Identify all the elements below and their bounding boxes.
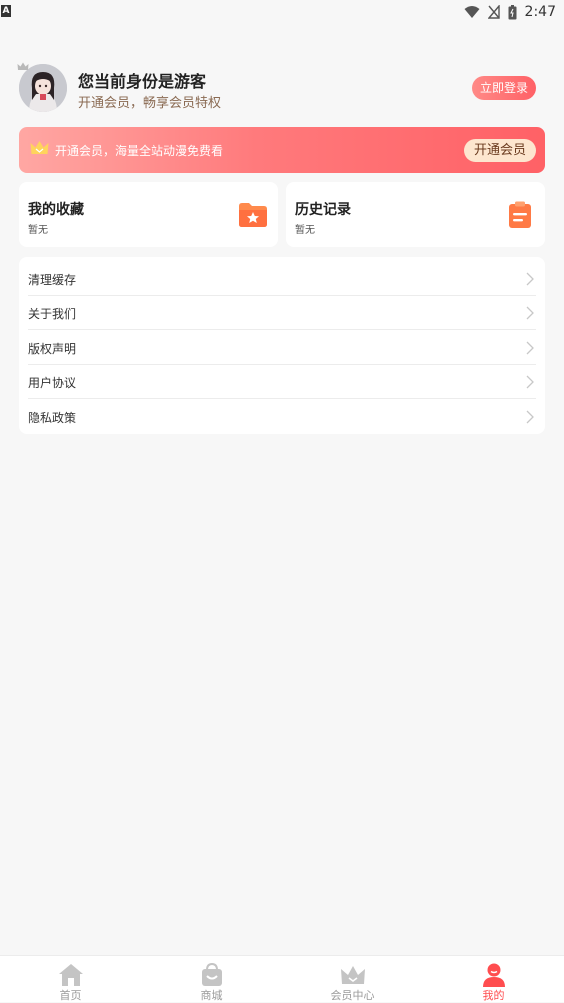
- history-card[interactable]: 历史记录 暂无: [286, 182, 545, 247]
- menu-item-clear-cache[interactable]: 清理缓存: [28, 262, 536, 296]
- clipboard-icon: [509, 201, 531, 228]
- menu-item-label: 用户协议: [28, 376, 77, 390]
- home-icon: [58, 964, 83, 986]
- shopping-bag-icon: [201, 962, 222, 986]
- battery-icon: [508, 4, 517, 19]
- menu-item-user-agreement[interactable]: 用户协议: [28, 365, 536, 399]
- avatar-image: [19, 64, 67, 112]
- menu-item-about-us[interactable]: 关于我们: [28, 296, 536, 330]
- profile-header: 您当前身份是游客 开通会员，畅享会员特权 立即登录: [17, 62, 545, 116]
- notification-icon: A: [1, 5, 11, 17]
- menu-item-label: 隐私政策: [28, 411, 77, 425]
- status-bar: A 2:47: [0, 0, 564, 24]
- history-title: 历史记录: [295, 202, 351, 218]
- tab-home[interactable]: 首页: [0, 956, 141, 1003]
- menu-item-label: 版权声明: [28, 342, 77, 356]
- signal-off-icon: [487, 5, 500, 19]
- tab-mine[interactable]: 我的: [423, 956, 564, 1003]
- status-icons: 2:47: [464, 3, 556, 21]
- avatar[interactable]: [17, 62, 67, 112]
- tab-label: 商城: [200, 989, 223, 1002]
- clock: 2:47: [524, 4, 556, 20]
- menu-item-label: 关于我们: [28, 307, 77, 321]
- favorites-title: 我的收藏: [28, 202, 84, 218]
- favorites-card[interactable]: 我的收藏 暂无: [19, 182, 278, 247]
- chevron-right-icon: [526, 272, 534, 286]
- vip-banner-text: 开通会员，海量全站动漫免费看: [55, 144, 224, 158]
- tab-label: 会员中心: [330, 989, 375, 1002]
- favorites-empty-text: 暂无: [28, 225, 48, 236]
- tab-label: 我的: [482, 989, 505, 1002]
- tab-mall[interactable]: 商城: [141, 956, 282, 1003]
- crown-icon: [340, 966, 365, 984]
- user-icon: [482, 963, 505, 987]
- history-empty-text: 暂无: [295, 225, 315, 236]
- folder-star-icon: [239, 203, 267, 227]
- bottom-tab-bar: 首页 商城 会员中心 我的: [0, 955, 564, 1002]
- wifi-icon: [464, 6, 480, 18]
- chevron-right-icon: [526, 341, 534, 355]
- identity-subtitle: 开通会员，畅享会员特权: [78, 96, 222, 111]
- tab-vip-center[interactable]: 会员中心: [282, 956, 423, 1003]
- chevron-right-icon: [526, 306, 534, 320]
- open-vip-button[interactable]: 开通会员: [464, 139, 536, 162]
- login-button[interactable]: 立即登录: [472, 76, 536, 100]
- identity-title: 您当前身份是游客: [78, 72, 207, 91]
- settings-menu: 清理缓存 关于我们 版权声明 用户协议 隐私政策: [19, 257, 545, 434]
- vip-banner[interactable]: 开通会员，海量全站动漫免费看 开通会员: [19, 127, 545, 173]
- chevron-right-icon: [526, 375, 534, 389]
- menu-item-label: 清理缓存: [28, 273, 77, 287]
- crown-icon: [30, 141, 49, 154]
- crown-icon: [17, 62, 29, 70]
- tab-label: 首页: [59, 989, 82, 1002]
- menu-item-copyright[interactable]: 版权声明: [28, 331, 536, 365]
- menu-item-privacy-policy[interactable]: 隐私政策: [28, 400, 536, 434]
- chevron-right-icon: [526, 410, 534, 424]
